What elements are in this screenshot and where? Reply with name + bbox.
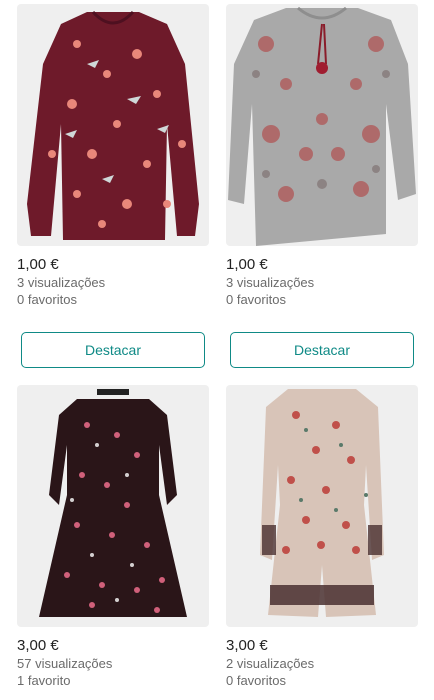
listing-favorites: 0 favoritos (226, 292, 286, 307)
listing-card[interactable]: 1,00 € 3 visualizações 0 favoritos Desta… (226, 4, 418, 368)
listing-price: 1,00 € (17, 256, 59, 273)
listing-price: 3,00 € (226, 637, 268, 654)
listing-photo[interactable] (226, 385, 418, 627)
listing-views: 3 visualizações (17, 275, 106, 290)
highlight-button[interactable]: Destacar (21, 332, 205, 368)
listing-views: 2 visualizações (226, 656, 315, 671)
listing-photo[interactable] (226, 4, 418, 246)
highlight-button[interactable]: Destacar (230, 332, 414, 368)
dress-floral-dark-image (17, 385, 209, 627)
listing-card[interactable]: 1,00 € 3 visualizações 0 favoritos Desta… (17, 4, 209, 368)
blouse-burgundy-image (17, 4, 209, 246)
listing-photo[interactable] (17, 4, 209, 246)
listing-favorites: 0 favoritos (17, 292, 77, 307)
listing-views: 57 visualizações (17, 656, 113, 671)
listing-views: 3 visualizações (226, 275, 315, 290)
listing-card[interactable]: 3,00 € 57 visualizações 1 favorito (17, 385, 209, 689)
listing-card[interactable]: 3,00 € 2 visualizações 0 favoritos (226, 385, 418, 689)
listing-favorites: 1 favorito (17, 673, 71, 688)
listing-favorites: 0 favoritos (226, 673, 286, 688)
listing-photo[interactable] (17, 385, 209, 627)
sweatshirt-grey-image (226, 4, 418, 246)
playsuit-floral-image (226, 385, 418, 627)
listing-price: 3,00 € (17, 637, 59, 654)
listing-price: 1,00 € (226, 256, 268, 273)
